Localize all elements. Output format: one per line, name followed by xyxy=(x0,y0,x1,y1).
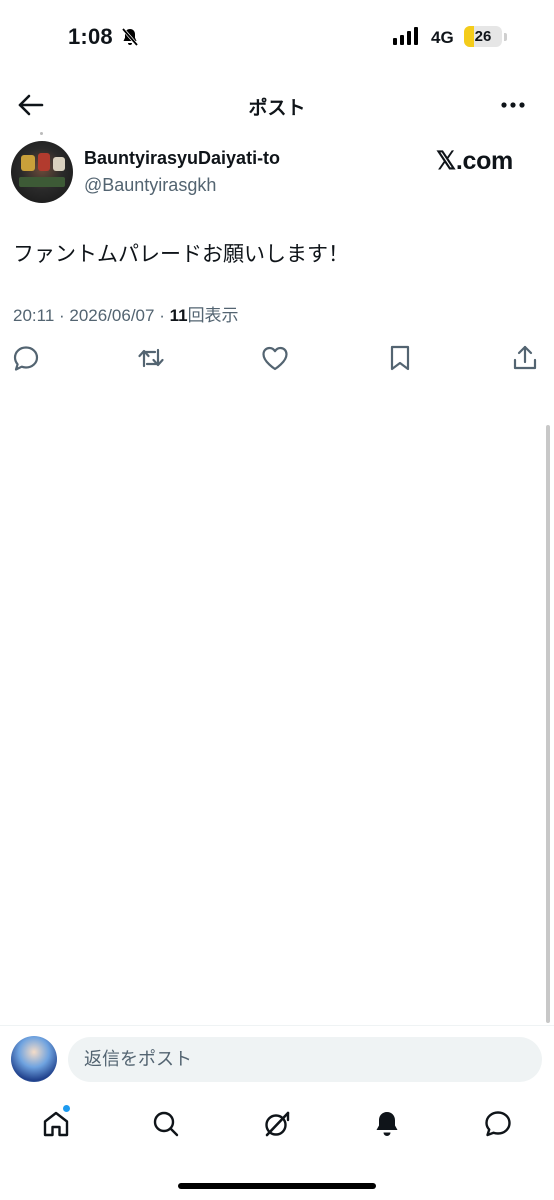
battery-level: 26 xyxy=(474,28,492,45)
x-com-watermark: 𝕏.com xyxy=(436,147,513,175)
status-time: 1:08 xyxy=(68,24,113,49)
more-options-icon[interactable] xyxy=(500,95,526,115)
notifications-bell-icon[interactable] xyxy=(371,1108,403,1140)
post-text: ファントムパレードお願いします！ xyxy=(13,243,349,266)
share-icon[interactable] xyxy=(510,343,540,373)
avatar-dot xyxy=(40,132,43,135)
messages-icon[interactable] xyxy=(482,1108,514,1140)
home-notification-dot xyxy=(62,1104,71,1113)
reply-input[interactable] xyxy=(68,1037,542,1082)
composer-divider xyxy=(0,1025,554,1026)
battery-cap xyxy=(504,33,507,41)
repost-icon[interactable] xyxy=(136,343,166,373)
bookmark-icon[interactable] xyxy=(385,343,415,373)
page-title: ポスト xyxy=(248,98,306,119)
like-heart-icon[interactable] xyxy=(260,343,290,373)
author-display-name[interactable]: BauntyirasyuDaiyati-to xyxy=(84,148,280,169)
bell-muted-icon xyxy=(121,27,139,47)
author-handle[interactable]: @Bauntyirasgkh xyxy=(84,175,216,196)
home-indicator xyxy=(178,1183,376,1189)
views-label: 回表示 xyxy=(187,306,239,325)
grok-icon[interactable] xyxy=(261,1108,293,1140)
reply-icon[interactable] xyxy=(11,343,41,373)
post-meta: 20:11 · 2026/06/07 · 11回表示 xyxy=(13,301,239,326)
network-type: 4G xyxy=(431,28,454,47)
author-avatar[interactable] xyxy=(11,141,73,203)
search-icon[interactable] xyxy=(150,1108,182,1140)
my-avatar xyxy=(11,1036,57,1082)
battery-icon: 26 xyxy=(464,26,502,47)
views-count: 11 xyxy=(169,306,188,325)
cellular-signal-icon xyxy=(393,27,418,45)
scrollbar[interactable] xyxy=(546,425,550,1023)
post-timestamp[interactable]: 20:11 · 2026/06/07 · xyxy=(13,306,170,325)
